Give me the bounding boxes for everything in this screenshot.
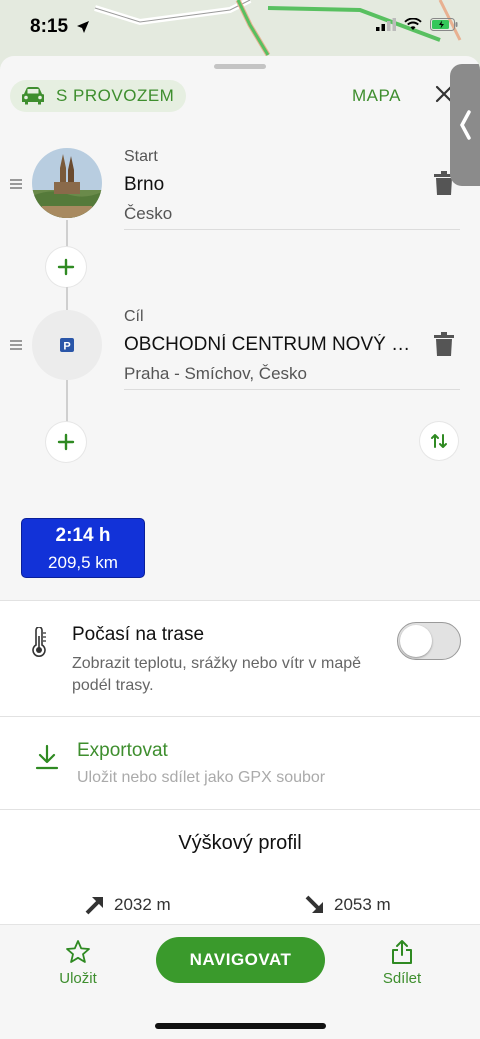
destination-name: OBCHODNÍ CENTRUM NOVÝ SMÍCHOV	[124, 334, 414, 355]
share-icon	[392, 940, 412, 964]
divider	[0, 809, 480, 810]
parking-icon: P	[60, 338, 74, 353]
plus-icon	[57, 258, 75, 276]
route-distance: 209,5 km	[48, 553, 118, 572]
route-line	[66, 380, 68, 426]
start-drag-handle[interactable]	[10, 179, 22, 189]
start-kind-label: Start	[124, 148, 158, 165]
destination-icon-circle: P	[32, 310, 102, 380]
route-line	[66, 287, 68, 311]
status-time: 8:15	[30, 16, 69, 37]
cellular-signal-icon	[376, 18, 396, 31]
download-icon[interactable]	[35, 744, 59, 770]
start-photo	[32, 148, 102, 218]
start-country: Česko	[124, 204, 173, 223]
transport-mode-chip[interactable]: S PROVOZEM	[10, 80, 187, 112]
thermometer-icon	[32, 627, 46, 657]
car-icon	[22, 87, 44, 105]
destination-drag-handle[interactable]	[10, 340, 22, 350]
delete-destination-trash-icon[interactable]	[434, 332, 454, 356]
elevation-ascent: 2032 m	[84, 894, 171, 916]
cathedral-image	[32, 148, 102, 218]
save-label: Uložit	[59, 970, 97, 987]
ascent-value: 2032 m	[114, 895, 171, 914]
side-panel-handle[interactable]	[450, 64, 480, 186]
star-icon	[66, 940, 90, 963]
save-button[interactable]: Uložit	[48, 939, 108, 987]
destination-kind-label: Cíl	[124, 308, 144, 325]
route-summary-badge[interactable]: 2:14 h 209,5 km	[21, 518, 145, 578]
weather-description: Zobrazit teplotu, srážky nebo vítr v map…	[72, 655, 362, 694]
route-duration: 2:14 h	[55, 525, 111, 546]
transport-mode-label: S PROVOZEM	[56, 86, 175, 105]
location-arrow-icon	[77, 21, 89, 33]
add-stop-button-2[interactable]	[46, 422, 86, 462]
sheet-header: S PROVOZEM MAPA	[0, 78, 480, 118]
wifi-icon	[404, 18, 422, 30]
route-sheet: S PROVOZEM MAPA Start Brno Česko P Cíl O…	[0, 56, 480, 1039]
export-title[interactable]: Exportovat	[77, 740, 168, 762]
svg-text:P: P	[63, 341, 70, 353]
descent-arrow-icon	[305, 895, 323, 913]
status-icons	[376, 18, 458, 31]
bottom-action-bar: Uložit NAVIGOVAT Sdílet	[0, 924, 480, 1039]
start-name: Brno	[124, 174, 165, 195]
map-button[interactable]: MAPA	[352, 86, 401, 106]
elevation-profile-title: Výškový profil	[178, 832, 302, 854]
battery-icon	[430, 18, 458, 31]
divider	[0, 716, 480, 717]
destination-info[interactable]: Cíl OBCHODNÍ CENTRUM NOVÝ SMÍCHOV Praha …	[124, 308, 460, 390]
destination-address: Praha - Smíchov, Česko	[124, 364, 307, 383]
elevation-descent: 2053 m	[304, 894, 391, 916]
home-indicator[interactable]	[155, 1023, 326, 1029]
descent-value: 2053 m	[334, 895, 391, 914]
start-info[interactable]: Start Brno Česko	[124, 148, 460, 230]
weather-toggle[interactable]	[397, 622, 461, 660]
share-label: Sdílet	[382, 970, 422, 987]
swap-waypoints-button[interactable]	[420, 422, 458, 460]
navigate-button[interactable]: NAVIGOVAT	[156, 937, 325, 983]
sheet-grabber[interactable]	[214, 64, 266, 69]
toggle-knob	[400, 624, 432, 657]
share-button[interactable]: Sdílet	[372, 939, 432, 987]
add-stop-button-1[interactable]	[46, 247, 86, 287]
divider	[0, 600, 480, 601]
plus-icon	[57, 433, 75, 451]
swap-arrows-icon	[431, 434, 447, 448]
export-description: Uložit nebo sdílet jako GPX soubor	[77, 769, 326, 786]
chevron-left-icon	[460, 110, 471, 140]
weather-title: Počasí na trase	[72, 624, 205, 645]
status-bar: 8:15	[0, 0, 480, 56]
ascent-arrow-icon	[85, 897, 103, 915]
